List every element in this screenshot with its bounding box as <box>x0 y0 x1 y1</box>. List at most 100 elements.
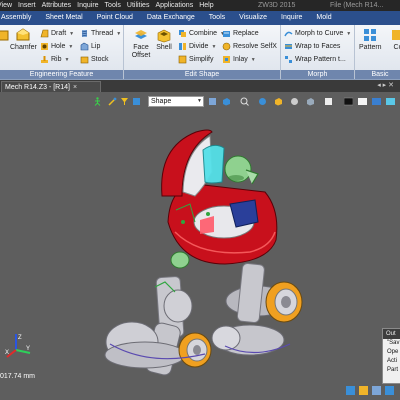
chamfer-button[interactable]: Chamfer <box>10 27 37 52</box>
stock-label: Stock <box>91 56 109 63</box>
thread-button[interactable]: Thread ▼ <box>80 28 121 39</box>
color-black-icon[interactable] <box>344 97 353 106</box>
shell-label: Shell <box>156 44 172 51</box>
rib-label: Rib <box>51 56 62 63</box>
pick-icon[interactable] <box>108 97 117 106</box>
pattern-button[interactable]: Pattern <box>359 27 382 52</box>
tab-scroll-icon[interactable]: ◂ ▸ ✕ <box>377 80 394 92</box>
color-cyan-icon[interactable] <box>386 97 395 106</box>
co-label: Co <box>393 44 400 51</box>
partial-button[interactable] <box>0 27 10 44</box>
shading-icon[interactable] <box>274 97 283 106</box>
lip-label: Lip <box>91 43 101 50</box>
menu-utilities[interactable]: Utilities <box>124 0 153 11</box>
draft-button[interactable]: Draft ▼ <box>40 28 74 39</box>
menu-tools[interactable]: Tools <box>102 0 124 11</box>
co-icon <box>392 30 400 40</box>
output-line: "Sav <box>387 340 400 346</box>
wrap-to-faces-button[interactable]: Wrap to Faces <box>284 41 340 52</box>
menu-applications[interactable]: Applications <box>152 0 196 11</box>
tab-tools[interactable]: Tools <box>202 11 232 25</box>
lip-icon <box>80 42 89 51</box>
triad-icon: Z Y X <box>5 334 31 358</box>
wrap-icon <box>285 44 292 49</box>
menu-help[interactable]: Help <box>196 0 216 11</box>
divide-button[interactable]: Divide ▼ <box>178 41 216 52</box>
zoom-icon[interactable] <box>240 97 249 106</box>
pattern-label: Pattern <box>359 44 382 51</box>
stock-icon <box>80 56 89 64</box>
document-tab-close-icon[interactable]: × <box>73 84 77 91</box>
display-icon[interactable] <box>290 97 299 106</box>
document-tab[interactable]: Mech R14.Z3 - [R14] × <box>1 81 101 92</box>
tab-assembly[interactable]: Assembly <box>0 11 38 25</box>
stock-button[interactable]: Stock <box>80 54 109 65</box>
divide-label: Divide <box>189 43 209 50</box>
inlay-icon <box>223 56 230 63</box>
output-panel[interactable]: Out "Sav Ope Acti Part <box>382 328 400 384</box>
thread-icon <box>81 30 88 37</box>
menu-insert[interactable]: Insert <box>15 0 39 11</box>
color-light-icon[interactable] <box>358 97 367 106</box>
partial-icon <box>0 30 9 41</box>
color-blue-icon[interactable] <box>372 97 381 106</box>
tab-inquire[interactable]: Inquire <box>274 11 309 25</box>
tab-data-exchange[interactable]: Data Exchange <box>140 11 202 25</box>
combine-button[interactable]: Combine ▼ <box>178 28 225 39</box>
walk-icon[interactable] <box>93 97 102 106</box>
inlay-button[interactable]: Inlay ▼ <box>222 54 256 65</box>
viewport-toolbar: Shape ▼ <box>90 95 400 108</box>
shell-button[interactable]: Shell <box>156 27 172 52</box>
resolve-button[interactable]: Resolve SelfX <box>222 41 277 52</box>
wrap-pattern-icon <box>285 56 292 63</box>
3d-viewport[interactable]: Shape ▼ Z Y X 017.74 mm Out "Sav Ope Act… <box>0 92 400 400</box>
rib-icon <box>41 56 48 63</box>
tab-mold[interactable]: Mold <box>309 11 338 25</box>
simplify-button[interactable]: Simplify <box>178 54 214 65</box>
grid-icon[interactable] <box>324 97 333 106</box>
ribbon-panel: Chamfer Draft ▼ Hole ▼ Rib ▼ Thread ▼ Lip St… <box>0 25 400 80</box>
inlay-label: Inlay <box>233 56 248 63</box>
menu-view[interactable]: View <box>0 0 15 11</box>
svg-text:X: X <box>5 350 9 356</box>
tab-point-cloud[interactable]: Point Cloud <box>90 11 140 25</box>
thread-label: Thread <box>91 30 114 37</box>
output-line: Acti <box>387 358 398 364</box>
morph-to-curve-button[interactable]: Morph to Curve ▼ <box>284 28 351 39</box>
replace-button[interactable]: Replace <box>222 28 259 39</box>
draft-label: Draft <box>51 30 67 37</box>
output-title: Out <box>383 329 400 339</box>
robot-model[interactable] <box>0 92 400 400</box>
tab-visualize[interactable]: Visualize <box>232 11 274 25</box>
filter-option-icon[interactable] <box>208 97 217 106</box>
view-cube-icon[interactable] <box>222 97 231 106</box>
filter-icon[interactable] <box>120 97 129 106</box>
section-icon[interactable] <box>306 97 315 106</box>
menu-attributes[interactable]: Attributes <box>39 0 75 11</box>
shape-filter-dropdown[interactable]: Shape ▼ <box>148 96 204 107</box>
select-icon[interactable] <box>132 97 141 106</box>
co-button[interactable]: Co <box>390 27 400 52</box>
menu-inquire[interactable]: Inquire <box>74 0 101 11</box>
resolve-icon <box>222 42 231 51</box>
group-label-edit-shape: Edit Shape <box>124 70 280 79</box>
face-offset-button[interactable]: Face Offset <box>128 27 154 60</box>
chamfer-icon <box>16 28 30 41</box>
scale-readout: 017.74 mm <box>0 373 36 380</box>
hole-button[interactable]: Hole ▼ <box>40 41 73 52</box>
status-icon-1 <box>346 386 355 395</box>
output-line: Part <box>387 367 399 373</box>
file-title: File (Mech R14... <box>330 2 384 9</box>
svg-text:Y: Y <box>26 346 30 352</box>
lip-button[interactable]: Lip <box>80 41 100 52</box>
simplify-icon <box>178 55 187 64</box>
rib-button[interactable]: Rib ▼ <box>40 54 69 65</box>
combine-label: Combine <box>189 30 218 37</box>
chamfer-label: Chamfer <box>10 44 37 51</box>
combine-icon <box>179 30 186 37</box>
render-mode-icon[interactable] <box>258 97 267 106</box>
wrap-pattern-button[interactable]: Wrap Pattern t... <box>284 54 346 65</box>
tab-sheet-metal[interactable]: Sheet Metal <box>38 11 89 25</box>
face-offset-label-1: Face <box>133 44 149 51</box>
status-icons <box>346 386 394 395</box>
